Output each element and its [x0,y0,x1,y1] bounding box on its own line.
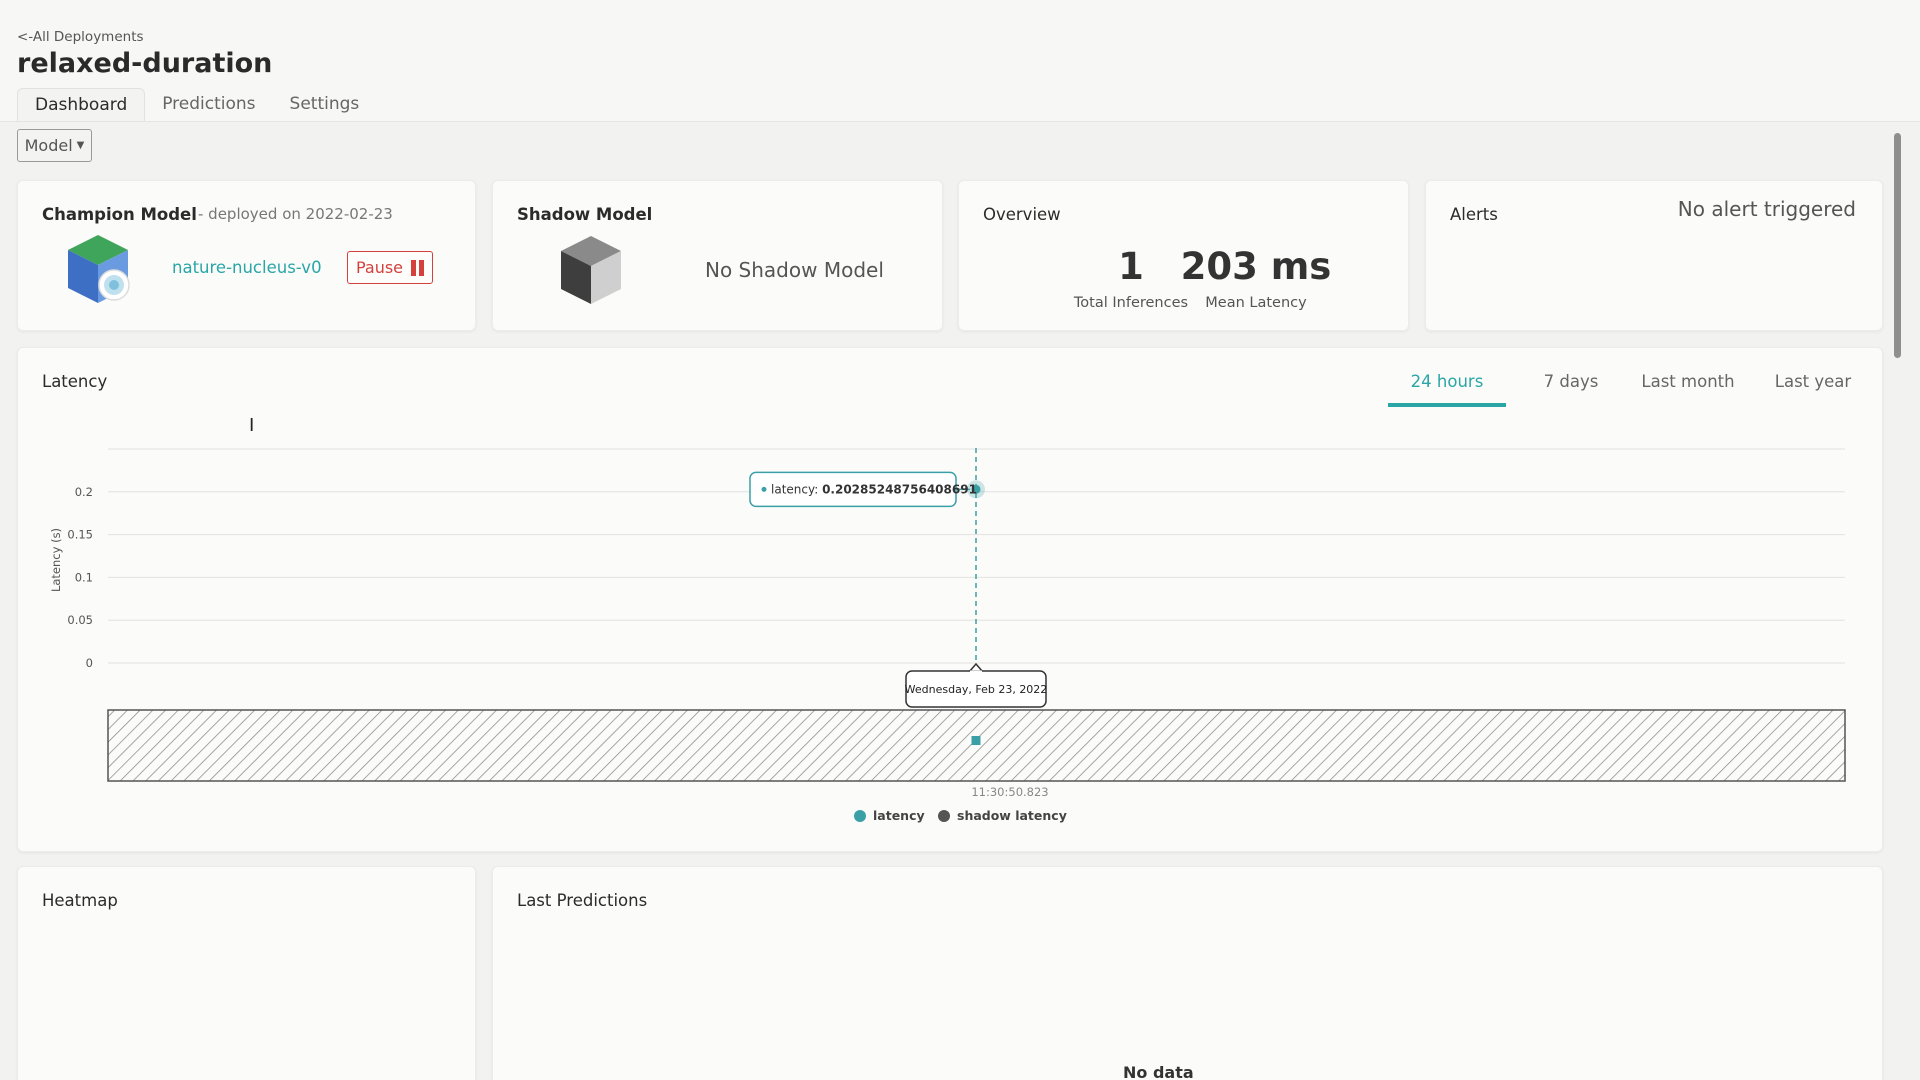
legend-shadow-latency[interactable]: shadow latency [957,808,1067,823]
legend-latency[interactable]: latency [873,808,925,823]
tab-dashboard[interactable]: Dashboard [17,88,146,122]
no-shadow-model-text: No Shadow Model [705,258,884,282]
date-tooltip-pointer-mask [970,670,982,673]
pause-button[interactable]: Pause [347,251,433,284]
deployed-date: - deployed on 2022-02-23 [198,205,393,223]
model-dropdown-label: Model [24,136,73,155]
champion-cube-icon [68,235,130,303]
overview-card: Overview 1 Total Inferences 203 ms Mean … [958,180,1409,331]
heatmap-title: Heatmap [42,891,118,910]
tab-predictions[interactable]: Predictions [145,88,272,122]
text-cursor-icon: I [249,415,255,436]
shadow-model-card: Shadow Model No Shadow Model [492,180,943,331]
pause-button-label: Pause [355,258,404,277]
alert-status: No alert triggered [1677,197,1856,221]
mean-latency-label: Mean Latency [1205,295,1307,311]
legend-latency-marker [854,810,866,822]
tab-bar: Dashboard Predictions Settings [17,88,376,122]
champion-model-title: Champion Model [42,205,197,224]
tooltip-text: latency: 0.20285248756408691 [771,482,977,496]
y-tick-label: 0.2 [75,485,93,499]
y-axis-label: Latency (s) [49,528,63,592]
y-tick-label: 0.05 [67,613,93,627]
alerts-card: Alerts No alert triggered [1425,180,1883,331]
y-axis-ticks: 0 0.05 0.1 0.15 0.2 [67,485,93,670]
navigator-point [971,736,981,745]
tab-divider [0,121,1920,122]
pause-icon [411,259,425,276]
y-tick-label: 0.1 [75,570,93,584]
no-data-text: No data [1123,1063,1194,1080]
page-title: relaxed-duration [17,48,273,79]
tab-settings[interactable]: Settings [273,88,377,122]
page-scrollbar[interactable] [1894,133,1901,358]
legend-shadow-latency-marker [938,810,950,822]
y-tick-label: 0 [86,656,93,670]
last-predictions-card: Last Predictions No data [492,866,1883,1080]
heatmap-card: Heatmap [17,866,476,1080]
champion-model-link[interactable]: nature-nucleus-v0 [172,258,322,277]
chart-legend: latency shadow latency [854,808,1067,823]
latency-chart[interactable]: 0 0.05 0.1 0.15 0.2 Latency (s) latency: 0.2… [18,348,1884,853]
tooltip-series-marker [761,486,767,492]
caret-down-icon: ▼ [76,140,85,151]
latency-card: Latency 24 hours 7 days Last month Last … [17,347,1883,852]
back-to-deployments-link[interactable]: <-All Deployments [17,29,144,45]
model-dropdown[interactable]: Model ▼ [17,129,92,162]
navigator-time-label: 11:30:50.823 [971,785,1048,799]
last-predictions-title: Last Predictions [517,891,648,910]
alerts-title: Alerts [1450,205,1498,224]
shadow-model-title: Shadow Model [517,205,653,224]
shadow-cube-icon [561,236,621,304]
date-tooltip-text: Wednesday, Feb 23, 2022 [905,683,1048,696]
navigator-window[interactable] [107,709,1846,782]
champion-model-card: Champion Model - deployed on 2022-02-23 … [17,180,476,331]
y-tick-label: 0.15 [67,528,93,542]
mean-latency-value: 203 ms [1180,245,1332,288]
overview-title: Overview [983,205,1061,224]
range-navigator[interactable]: 11:30:50.823 [107,709,1846,799]
